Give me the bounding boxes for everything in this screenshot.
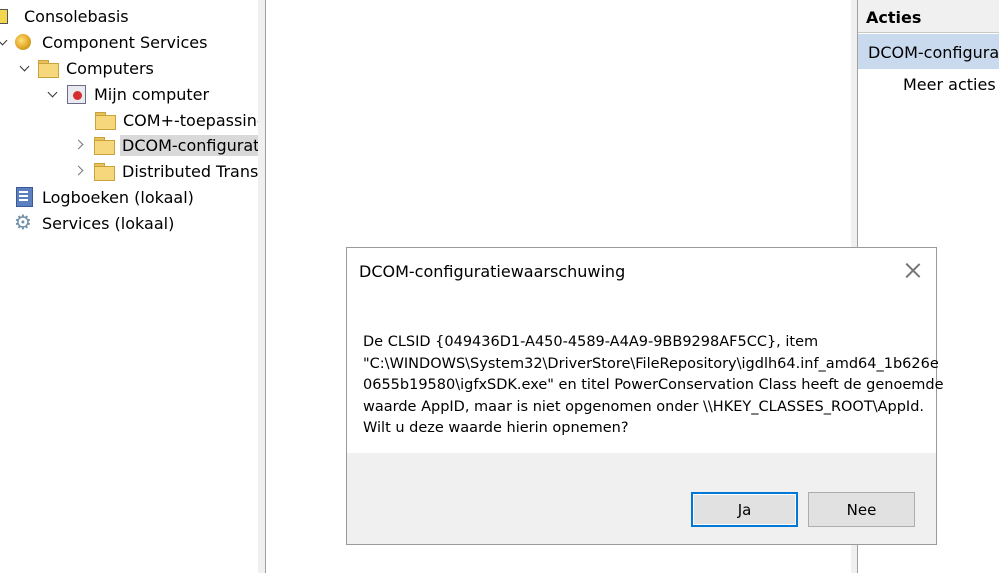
actions-section-dcom[interactable]: DCOM-configuratie <box>858 34 999 69</box>
folder-icon <box>38 58 59 78</box>
event-viewer-icon <box>14 187 34 207</box>
folder-icon <box>94 161 115 181</box>
tree-item-label: Logboeken (lokaal) <box>42 187 194 207</box>
chevron-right-icon[interactable] <box>74 138 88 152</box>
tree-item-mijn-computer[interactable]: Mijn computer <box>46 81 209 107</box>
message-line: De CLSID {049436D1-A450-4589-A4A9-9BB929… <box>363 334 819 350</box>
tree-item-services[interactable]: Services (lokaal) <box>14 210 174 236</box>
tree-item-label: Distributed Transaction Coordinator <box>122 161 258 181</box>
tree-item-com-plus[interactable]: COM+-toepassingen <box>95 107 258 133</box>
message-line: waarde AppID, maar is niet opgenomen ond… <box>363 398 925 415</box>
tree-item-label: Services (lokaal) <box>42 213 175 233</box>
message-line: Wilt u deze waarde hierin opnemen? <box>363 420 629 436</box>
tree-item-label: DCOM-configuratie <box>120 134 258 156</box>
message-line: 0655b19580\igfxSDK.exe" en titel PowerCo… <box>363 377 944 393</box>
tree-item-label: Computers <box>66 58 154 78</box>
tree-item-label: COM+-toepassingen <box>123 110 258 130</box>
folder-icon <box>94 135 115 155</box>
services-gear-icon <box>14 210 34 234</box>
dcom-warning-dialog: DCOM-configuratiewaarschuwing De CLSID {… <box>346 247 944 545</box>
tree-item-label: Component Services <box>42 32 208 52</box>
tree-item-logboeken[interactable]: Logboeken (lokaal) <box>14 184 194 210</box>
dialog-message: De CLSID {049436D1-A450-4589-A4A9-9BB929… <box>363 332 944 440</box>
no-button[interactable]: Nee <box>808 492 915 527</box>
chevron-down-icon[interactable] <box>18 61 32 75</box>
chevron-right-icon[interactable] <box>74 164 88 178</box>
chevron-down-icon[interactable] <box>46 87 60 101</box>
component-services-icon <box>14 32 34 52</box>
folder-icon <box>95 110 116 130</box>
dialog-title: DCOM-configuratiewaarschuwing <box>359 262 626 281</box>
message-line: "C:\WINDOWS\System32\DriverStore\FileRep… <box>363 355 939 372</box>
computer-icon <box>66 84 86 104</box>
more-actions-link[interactable]: Meer acties <box>903 75 996 94</box>
tree-item-label: Mijn computer <box>94 84 210 104</box>
tree-item-label: Consolebasis <box>24 6 129 26</box>
tree-item-component-services[interactable]: Component Services <box>0 29 207 55</box>
close-icon[interactable] <box>903 261 923 281</box>
tree-item-dcom-config[interactable]: DCOM-configuratie <box>74 132 258 158</box>
console-icon <box>0 6 16 26</box>
tree-item-distributed-transaction[interactable]: Distributed Transaction Coordinator <box>74 158 258 184</box>
tree-item-computers[interactable]: Computers <box>18 55 154 81</box>
yes-button[interactable]: Ja <box>691 492 798 527</box>
chevron-down-icon[interactable] <box>0 35 10 49</box>
tree-item-console-root[interactable]: Consolebasis <box>0 3 129 29</box>
actions-header: Acties <box>858 0 999 33</box>
console-tree: Consolebasis Component Services Computer… <box>0 0 258 573</box>
